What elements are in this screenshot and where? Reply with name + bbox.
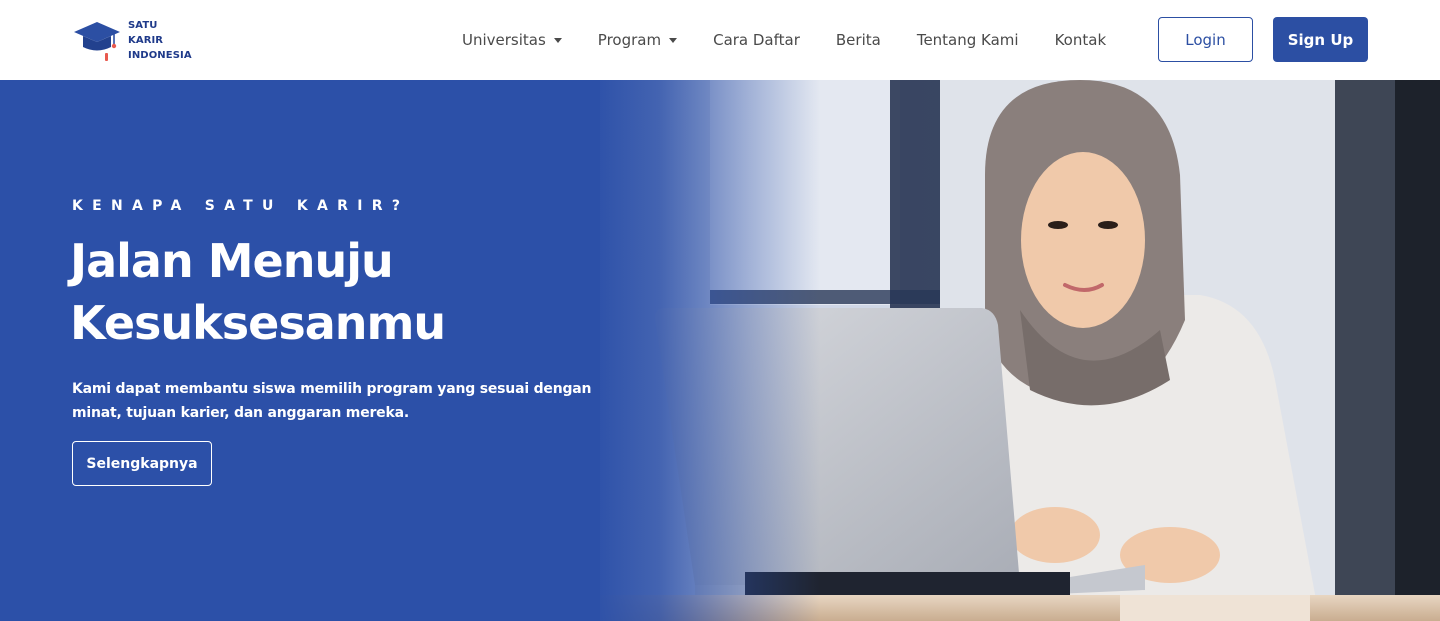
hero-description: Kami dapat membantu siswa memilih progra… bbox=[72, 381, 592, 421]
main-nav: Universitas Program Cara Daftar Berita T… bbox=[444, 0, 1124, 80]
navbar: SATU KARIR INDONESIA Universitas Program… bbox=[0, 0, 1440, 80]
hero-eyebrow: KENAPA SATU KARIR? bbox=[72, 198, 410, 214]
hero-headline: Jalan Menuju Kesuksesanmu bbox=[70, 230, 610, 354]
nav-item-label: Tentang Kami bbox=[916, 31, 1019, 49]
brand-name: SATU KARIR INDONESIA bbox=[128, 18, 192, 63]
brand-line-1: SATU bbox=[128, 19, 158, 31]
nav-item-label: Universitas bbox=[462, 31, 546, 49]
chevron-down-icon bbox=[553, 37, 562, 43]
nav-item-label: Kontak bbox=[1054, 31, 1107, 49]
hero-section: KENAPA SATU KARIR? Jalan Menuju Kesukses… bbox=[0, 80, 1440, 621]
nav-item-kontak[interactable]: Kontak bbox=[1037, 20, 1125, 60]
nav-item-cara-daftar[interactable]: Cara Daftar bbox=[695, 20, 818, 60]
learn-more-button[interactable]: Selengkapnya bbox=[72, 441, 212, 486]
nav-item-label: Cara Daftar bbox=[713, 31, 800, 49]
nav-item-tentang-kami[interactable]: Tentang Kami bbox=[899, 20, 1037, 60]
brand-logo-link[interactable]: SATU KARIR INDONESIA bbox=[72, 17, 192, 63]
hero-headline-line-2: Kesuksesanmu bbox=[70, 296, 446, 350]
brand-line-2: KARIR bbox=[128, 34, 164, 46]
nav-item-berita[interactable]: Berita bbox=[818, 20, 899, 60]
hero-gradient-overlay bbox=[590, 80, 820, 621]
graduation-cap-icon bbox=[74, 22, 120, 61]
nav-item-program[interactable]: Program bbox=[580, 20, 695, 60]
nav-item-label: Berita bbox=[835, 31, 881, 49]
brand-line-3: INDONESIA bbox=[128, 49, 192, 61]
nav-item-label: Program bbox=[597, 31, 662, 49]
nav-item-universitas[interactable]: Universitas bbox=[444, 20, 580, 60]
signup-button[interactable]: Sign Up bbox=[1273, 17, 1368, 62]
login-button[interactable]: Login bbox=[1158, 17, 1253, 62]
hero-headline-line-1: Jalan Menuju bbox=[70, 234, 394, 288]
chevron-down-icon bbox=[669, 37, 678, 43]
